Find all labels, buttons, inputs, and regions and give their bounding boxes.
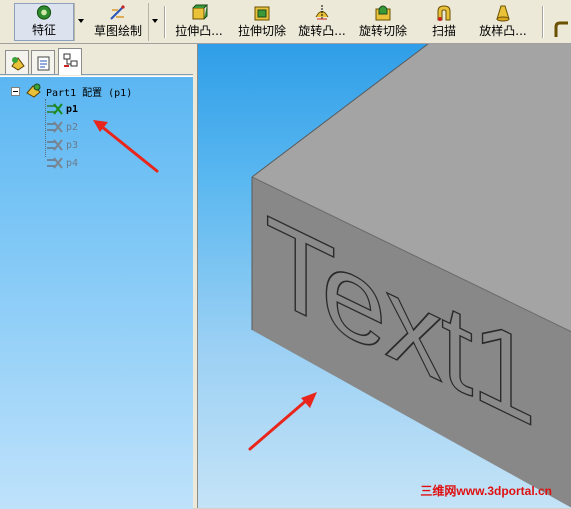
toolbar-separator — [542, 6, 543, 38]
revolve-cut-label: 旋转切除 — [358, 24, 407, 38]
features-icon — [36, 5, 52, 20]
red-arrow-annotation — [248, 392, 317, 451]
loft-boss-button[interactable]: 放样凸... — [474, 3, 532, 41]
red-arrow-annotation — [93, 120, 159, 173]
graphics-viewport[interactable]: Text1 三维网www.3dportal.cn — [197, 44, 571, 508]
extrude-cut-icon — [254, 6, 270, 21]
sketch-dropdown-arrow[interactable] — [148, 3, 160, 41]
extrude-boss-label: 拉伸凸... — [175, 24, 223, 38]
extrude-boss-icon — [192, 4, 209, 20]
revolve-boss-button[interactable]: 旋转凸... — [293, 3, 351, 41]
command-manager-toolbar: 特征 草图绘制 拉伸凸... 拉伸切除 旋转凸... 旋转切除 扫描 放样凸..… — [0, 0, 571, 44]
site-watermark: 三维网www.3dportal.cn — [420, 484, 552, 498]
fillet-icon — [554, 21, 568, 37]
loft-boss-icon — [496, 5, 510, 22]
model-box: Text1 — [248, 44, 571, 508]
revolve-boss-label: 旋转凸... — [298, 24, 346, 38]
revolve-cut-icon — [375, 5, 391, 21]
toolbar-separator — [164, 6, 165, 38]
fillet-button[interactable] — [552, 3, 571, 41]
annotation-layer-left — [93, 120, 159, 173]
features-label: 特征 — [31, 23, 56, 37]
extrude-cut-label: 拉伸切除 — [237, 24, 286, 38]
extrude-boss-button[interactable]: 拉伸凸... — [170, 3, 228, 41]
sweep-icon — [437, 5, 451, 21]
sweep-label: 扫描 — [431, 24, 456, 38]
extrude-cut-button[interactable]: 拉伸切除 — [234, 3, 290, 41]
feature-manager-panel: Part1 配置 (p1) p1 p2 p3 p4 — [0, 44, 197, 509]
sweep-button[interactable]: 扫描 — [428, 3, 460, 41]
sketch-icon — [110, 5, 125, 20]
sketch-label: 草图绘制 — [93, 24, 142, 38]
revolve-cut-button[interactable]: 旋转切除 — [356, 3, 410, 41]
features-dropdown-arrow[interactable] — [74, 3, 86, 41]
sketch-tab-button[interactable]: 草图绘制 — [88, 3, 148, 41]
revolve-boss-icon — [315, 5, 329, 20]
features-tab-button[interactable]: 特征 — [14, 3, 74, 41]
loft-boss-label: 放样凸... — [479, 24, 527, 38]
